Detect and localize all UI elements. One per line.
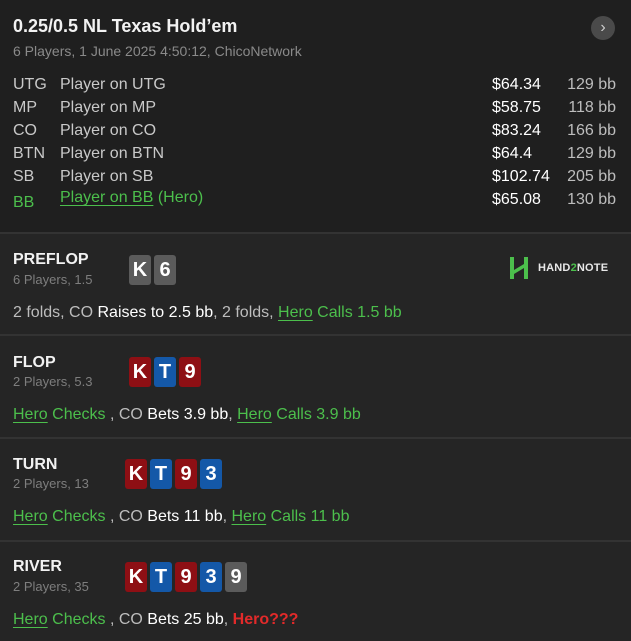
player-stack: $58.75 (492, 99, 541, 116)
street-subtitle: 2 Players, 35 (13, 579, 89, 594)
player-name: Player on SB (60, 168, 154, 185)
hero-decision-prompt: Hero??? (232, 611, 299, 628)
card: T (150, 459, 172, 489)
street-flop: FLOP 2 Players, 5.3 K T 9 Hero Checks , … (0, 334, 631, 437)
player-position: UTG (13, 76, 47, 93)
player-row-mp: MP Player on MP $58.75 118 bb (13, 99, 618, 122)
card: K (129, 357, 151, 387)
game-subtitle: 6 Players, 1 June 2025 4:50:12, ChicoNet… (13, 43, 302, 59)
hero-link[interactable]: Hero (13, 611, 48, 628)
player-row-bb-hero: BB Player on BB (Hero) $65.08 130 bb (13, 189, 618, 214)
hero-name-link[interactable]: Player on BB (60, 189, 153, 206)
street-river: RIVER 2 Players, 35 K T 9 3 9 Hero Check… (0, 540, 631, 641)
card: K (125, 459, 147, 489)
player-list: UTG Player on UTG $64.34 129 bb MP Playe… (13, 76, 618, 214)
card: 3 (200, 459, 222, 489)
hero-link[interactable]: Hero (13, 508, 48, 525)
street-actions: Hero Checks , CO Bets 3.9 bb, Hero Calls… (13, 406, 361, 423)
hero-tag: (Hero) (157, 189, 204, 206)
card: 3 (200, 562, 222, 592)
hand2note-logo-text: HAND2NOTE (538, 262, 609, 274)
player-name: Player on MP (60, 99, 157, 116)
player-stack: $102.74 (492, 168, 550, 185)
board-cards: K T 9 (129, 357, 201, 387)
player-stack: $64.34 (492, 76, 541, 93)
street-subtitle: 6 Players, 1.5 (13, 272, 93, 287)
player-stack-bb: 118 bb (568, 99, 616, 116)
hand-header: 0.25/0.5 NL Texas Hold’em 6 Players, 1 J… (0, 0, 631, 232)
hero-link[interactable]: Hero (231, 508, 266, 525)
player-position: MP (13, 99, 37, 116)
player-position: BTN (13, 145, 45, 162)
player-row-utg: UTG Player on UTG $64.34 129 bb (13, 76, 618, 99)
player-position: BB (13, 194, 35, 211)
street-title: PREFLOP (13, 251, 89, 268)
card: K (125, 562, 147, 592)
board-cards: K 6 (129, 255, 176, 285)
street-subtitle: 2 Players, 5.3 (13, 374, 93, 389)
street-subtitle: 2 Players, 13 (13, 476, 89, 491)
player-stack-bb: 129 bb (567, 76, 616, 93)
player-position: SB (13, 168, 35, 185)
hand2note-logo-icon (510, 257, 528, 279)
player-stack-bb: 205 bb (567, 168, 616, 185)
board-cards: K T 9 3 (125, 459, 222, 489)
card: 9 (175, 459, 197, 489)
hero-link[interactable]: Hero (278, 304, 313, 321)
street-title: RIVER (13, 558, 62, 575)
player-position: CO (13, 122, 37, 139)
chevron-right-icon[interactable]: › (591, 16, 615, 40)
player-stack-bb: 130 bb (567, 191, 616, 208)
player-stack-bb: 166 bb (567, 122, 616, 139)
street-turn: TURN 2 Players, 13 K T 9 3 Hero Checks ,… (0, 437, 631, 540)
player-row-sb: SB Player on SB $102.74 205 bb (13, 168, 618, 191)
hero-link[interactable]: Hero (13, 406, 48, 423)
player-stack: $64.4 (492, 145, 533, 162)
hero-player-name: Player on BB (Hero) (60, 189, 203, 207)
card: T (150, 562, 172, 592)
player-stack: $83.24 (492, 122, 541, 139)
hand2note-logo: HAND2NOTE (508, 256, 608, 280)
street-actions: 2 folds, CO Raises to 2.5 bb, 2 folds, H… (13, 304, 402, 321)
player-row-co: CO Player on CO $83.24 166 bb (13, 122, 618, 145)
street-title: TURN (13, 456, 58, 473)
card: 9 (225, 562, 247, 592)
card: 6 (154, 255, 176, 285)
card: K (129, 255, 151, 285)
street-actions: Hero Checks , CO Bets 25 bb, Hero??? (13, 611, 299, 628)
card: T (154, 357, 176, 387)
hero-link[interactable]: Hero (237, 406, 272, 423)
board-cards: K T 9 3 9 (125, 562, 247, 592)
card: 9 (179, 357, 201, 387)
game-title: 0.25/0.5 NL Texas Hold’em (13, 16, 238, 36)
player-name: Player on CO (60, 122, 157, 139)
player-name: Player on UTG (60, 76, 166, 93)
street-preflop: PREFLOP 6 Players, 1.5 K 6 HAND2NOTE 2 f… (0, 232, 631, 334)
card: 9 (175, 562, 197, 592)
player-stack: $65.08 (492, 191, 541, 208)
player-row-btn: BTN Player on BTN $64.4 129 bb (13, 145, 618, 168)
player-name: Player on BTN (60, 145, 165, 162)
street-actions: Hero Checks , CO Bets 11 bb, Hero Calls … (13, 508, 350, 525)
street-title: FLOP (13, 354, 56, 371)
player-stack-bb: 129 bb (567, 145, 616, 162)
